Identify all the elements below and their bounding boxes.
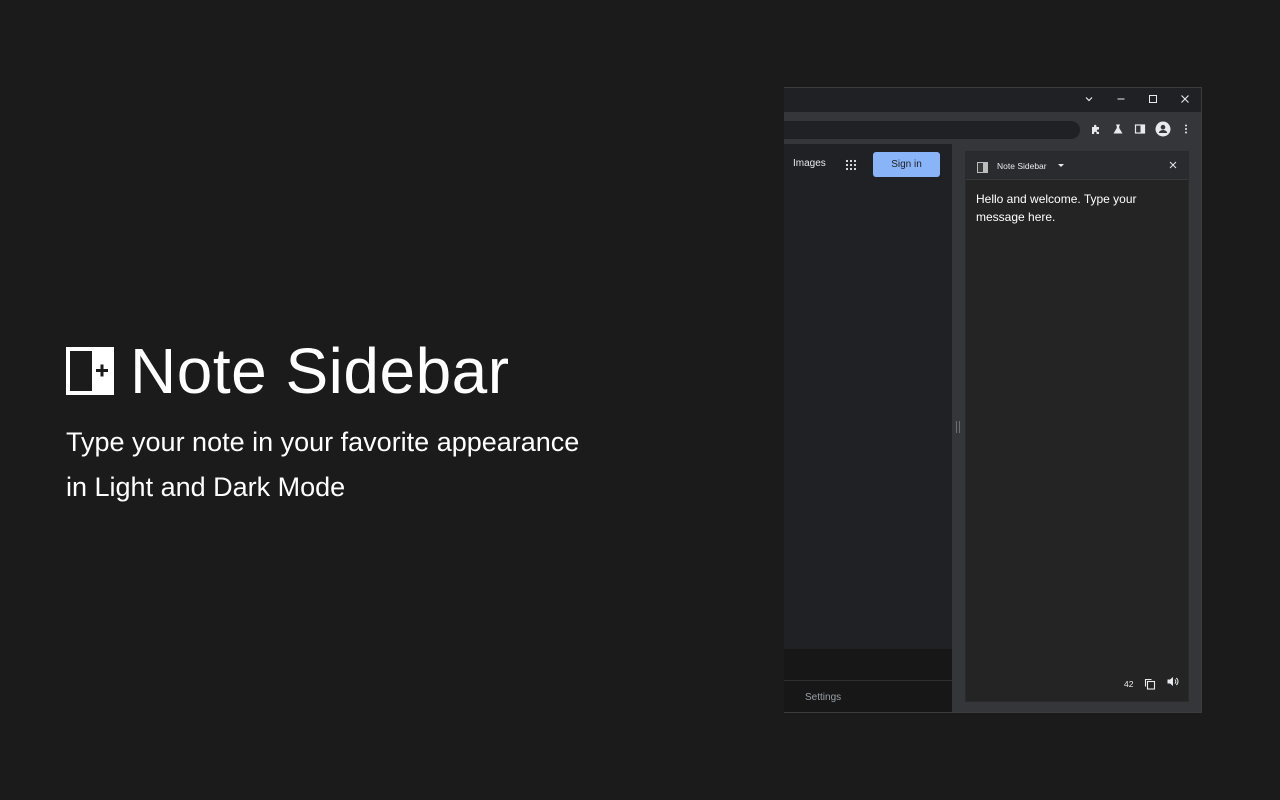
side-panel-title[interactable]: Note Sidebar (997, 161, 1047, 171)
side-panel: Note Sidebar Hello and welcome. Type you… (952, 144, 1201, 712)
note-textarea[interactable]: Hello and welcome. Type your message her… (976, 190, 1176, 226)
minimize-icon[interactable] (1112, 90, 1130, 108)
web-page: Images Sign in Settings (784, 144, 952, 712)
side-panel-close-icon[interactable] (1167, 159, 1179, 171)
side-panel-dropdown-icon[interactable] (1058, 164, 1064, 167)
note-sidebar-favicon-icon (977, 160, 988, 173)
tagline-line-1: Type your note in your favorite appearan… (66, 427, 580, 457)
labs-icon[interactable] (1110, 121, 1126, 137)
page-footer: Settings (784, 649, 952, 712)
maximize-icon[interactable] (1144, 90, 1162, 108)
promo-title: Note Sidebar (130, 335, 510, 407)
promo-tagline: Type your note in your favorite appearan… (66, 420, 706, 510)
brand: Note Sidebar (66, 338, 706, 404)
note-sidebar-panel: Note Sidebar Hello and welcome. Type you… (965, 151, 1189, 702)
promo: Note Sidebar Type your note in your favo… (66, 338, 706, 510)
profile-icon[interactable] (1155, 121, 1171, 137)
browser-toolbar (784, 112, 1201, 145)
chevron-down-icon[interactable] (1080, 90, 1098, 108)
settings-link[interactable]: Settings (805, 692, 841, 703)
close-icon[interactable] (1176, 90, 1194, 108)
address-bar[interactable] (784, 121, 1080, 139)
tagline-line-2: in Light and Dark Mode (66, 472, 346, 502)
note-sidebar-logo-icon (66, 347, 114, 395)
side-panel-header: Note Sidebar (966, 152, 1188, 180)
sign-in-button[interactable]: Sign in (873, 152, 940, 177)
side-panel-resize-handle[interactable] (956, 421, 960, 433)
browser-window: Images Sign in Settings Note Sidebar Hel… (784, 87, 1202, 713)
apps-grid-icon[interactable] (845, 158, 857, 171)
more-icon[interactable] (1178, 121, 1194, 137)
title-bar (784, 88, 1201, 110)
footer-divider (784, 680, 952, 681)
character-count: 42 (1124, 679, 1134, 689)
images-link[interactable]: Images (793, 158, 826, 169)
speaker-icon[interactable] (1166, 675, 1179, 688)
extensions-icon[interactable] (1088, 121, 1104, 137)
side-panel-icon[interactable] (1132, 121, 1148, 137)
copy-icon[interactable] (1144, 677, 1156, 690)
